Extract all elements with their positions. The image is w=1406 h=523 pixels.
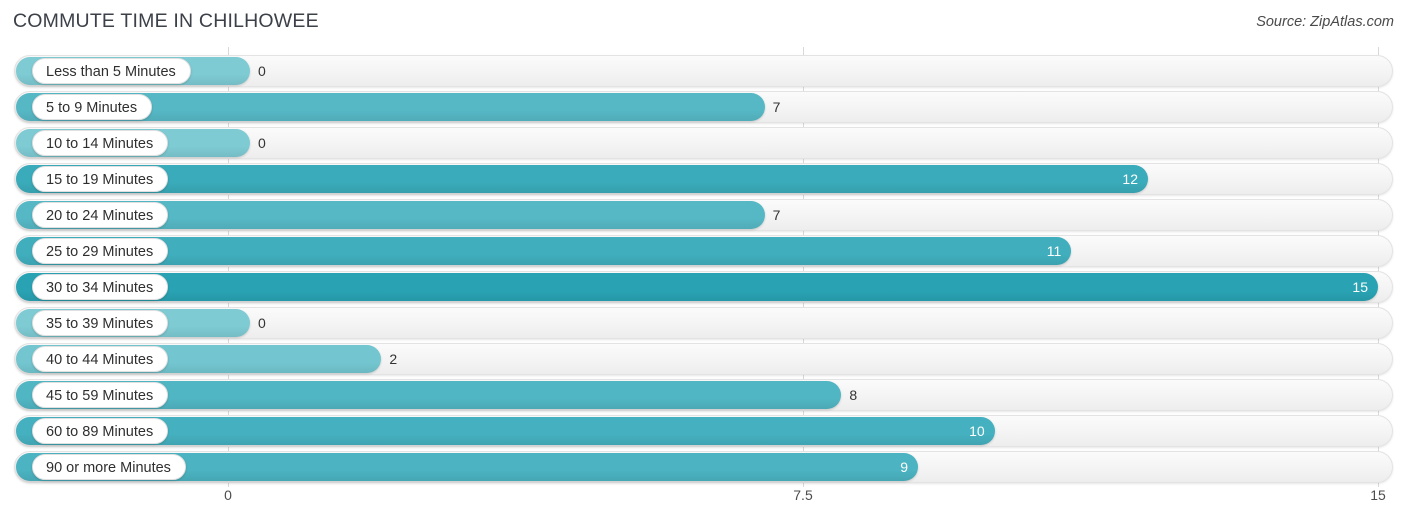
category-label: Less than 5 Minutes: [32, 58, 191, 84]
bar-row: Less than 5 Minutes 0: [0, 55, 1406, 87]
category-label: 25 to 29 Minutes: [32, 238, 169, 264]
bar-value-label: 0: [258, 135, 266, 151]
x-axis: 0 7.5 15: [0, 487, 1406, 517]
bar-value-label: 12: [1122, 171, 1138, 187]
bar-row: 20 to 24 Minutes 7: [0, 199, 1406, 231]
chart-container: COMMUTE TIME IN CHILHOWEE Source: ZipAtl…: [0, 0, 1406, 523]
bar-row: 90 or more Minutes 9: [0, 451, 1406, 483]
bar-value-label: 7: [772, 99, 781, 115]
category-label: 90 or more Minutes: [32, 454, 186, 480]
bar-value-label: 9: [900, 459, 908, 475]
category-label: 20 to 24 Minutes: [32, 202, 169, 228]
bar-row: 15 to 19 Minutes 12: [0, 163, 1406, 195]
bar[interactable]: [16, 165, 1148, 193]
bar[interactable]: [16, 273, 1378, 301]
category-label: 35 to 39 Minutes: [32, 310, 169, 336]
bar-row: 5 to 9 Minutes 7: [0, 91, 1406, 123]
bar-row: 45 to 59 Minutes 8: [0, 379, 1406, 411]
x-tick-label: 15: [1370, 487, 1386, 503]
category-label: 60 to 89 Minutes: [32, 418, 169, 444]
category-label: 40 to 44 Minutes: [32, 346, 169, 372]
bar-row: 35 to 39 Minutes 0: [0, 307, 1406, 339]
x-tick-label: 7.5: [793, 487, 813, 503]
x-tick-label: 0: [224, 487, 232, 503]
bar-row: 60 to 89 Minutes 10: [0, 415, 1406, 447]
category-label: 45 to 59 Minutes: [32, 382, 169, 408]
page-title: COMMUTE TIME IN CHILHOWEE: [13, 10, 319, 32]
bar-value-label: 11: [1046, 243, 1062, 259]
category-label: 10 to 14 Minutes: [32, 130, 169, 156]
bar-row: 30 to 34 Minutes 15: [0, 271, 1406, 303]
bar-row: 10 to 14 Minutes 0: [0, 127, 1406, 159]
bar-value-label: 0: [258, 63, 266, 79]
bar[interactable]: [16, 237, 1072, 265]
source-attribution: Source: ZipAtlas.com: [1256, 14, 1394, 30]
bar-value-label: 10: [969, 423, 985, 439]
bar-value-label: 15: [1352, 279, 1368, 295]
category-label: 5 to 9 Minutes: [32, 94, 153, 120]
bar-row: 40 to 44 Minutes 2: [0, 343, 1406, 375]
bar-value-label: 7: [772, 207, 781, 223]
category-label: 30 to 34 Minutes: [32, 274, 169, 300]
plot-area: Less than 5 Minutes 0 5 to 9 Minutes 7 10 to…: [0, 47, 1406, 487]
bar-value-label: 8: [849, 387, 858, 403]
bar-row: 25 to 29 Minutes 11: [0, 235, 1406, 267]
category-label: 15 to 19 Minutes: [32, 166, 169, 192]
bar-value-label: 2: [389, 351, 398, 367]
bar-value-label: 0: [258, 315, 266, 331]
